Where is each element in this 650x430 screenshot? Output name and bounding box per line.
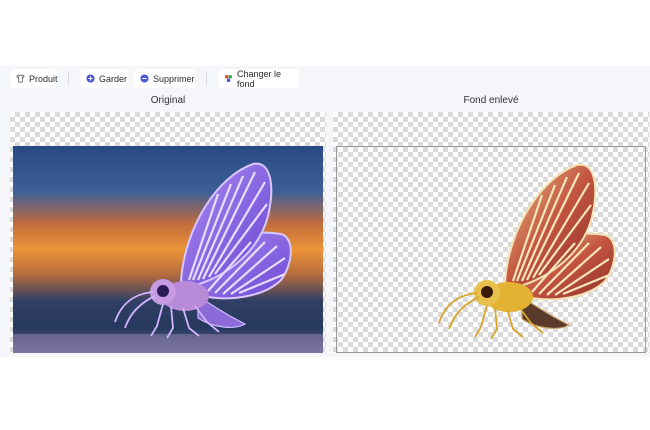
cutout-image — [336, 146, 646, 353]
delete-label: Supprimer — [153, 73, 195, 84]
keep-label: Garder — [99, 73, 128, 84]
original-panel — [10, 112, 326, 353]
toolbar: Produit Garder Supprimer Changer le fond — [0, 66, 650, 92]
minus-circle-icon — [140, 74, 149, 83]
original-title: Original — [150, 95, 186, 106]
delete-button[interactable]: Supprimer — [134, 69, 195, 88]
original-photo — [13, 146, 323, 353]
toolbar-divider — [68, 72, 69, 85]
keep-button[interactable]: Garder — [80, 69, 128, 88]
result-panel — [333, 112, 649, 353]
change-background-label: Changer le fond — [237, 68, 282, 89]
product-button[interactable]: Produit — [10, 69, 58, 88]
toolbar-divider — [206, 72, 207, 85]
change-background-icon — [224, 74, 233, 83]
plus-circle-icon — [86, 74, 95, 83]
background-removal-editor: Produit Garder Supprimer Changer le fond… — [0, 66, 650, 357]
product-label: Produit — [29, 73, 58, 84]
result-title: Fond enlevé — [463, 95, 519, 106]
shirt-icon — [16, 74, 25, 83]
change-background-button[interactable]: Changer le fond — [218, 68, 299, 89]
